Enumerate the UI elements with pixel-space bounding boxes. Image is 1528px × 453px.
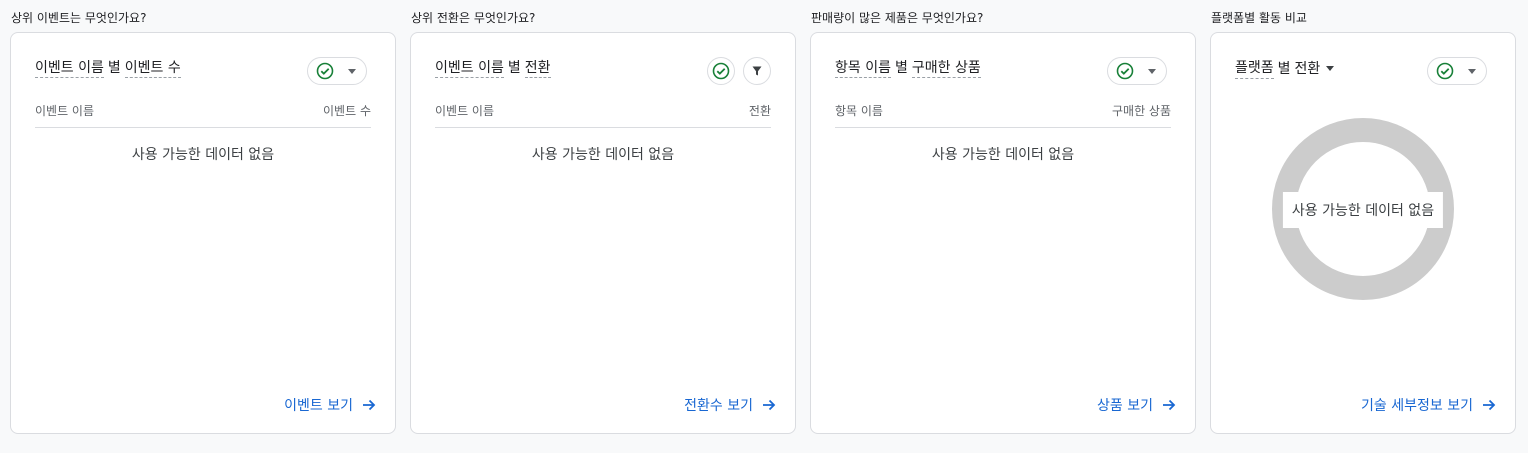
card-title: 이벤트 이름 별 이벤트 수	[35, 57, 181, 78]
table-header: 항목 이름 구매한 상품	[835, 102, 1171, 128]
platform-comparison-card: 플랫폼 별 전환 사용 가능한 데이터 없음 기술 세부정보 보기	[1210, 32, 1516, 434]
title-separator: 별	[1277, 61, 1291, 77]
section-title: 상위 전환은 무엇인가요?	[411, 11, 536, 25]
top-products-card: 항목 이름 별 구매한 상품 항목 이름 구매한 상품 사용 가능한 데이터 없음 …	[810, 32, 1196, 434]
view-events-link[interactable]: 이벤트 보기	[284, 395, 377, 415]
metric-label[interactable]: 이벤트 수	[124, 60, 181, 78]
check-circle-icon	[712, 62, 730, 80]
top-products-section: 판매량이 많은 제품은 무엇인가요? 항목 이름 별 구매한 상품 항목 이름 구매…	[810, 0, 1196, 453]
column-header-dimension: 항목 이름	[835, 104, 883, 118]
column-header-dimension: 이벤트 이름	[435, 104, 495, 118]
card-title[interactable]: 플랫폼 별 전환	[1235, 57, 1335, 79]
title-separator: 별	[507, 60, 521, 76]
no-data-message: 사용 가능한 데이터 없음	[931, 147, 1075, 163]
title-separator: 별	[107, 60, 121, 76]
view-link-label: 이벤트 보기	[284, 398, 353, 414]
view-tech-details-link[interactable]: 기술 세부정보 보기	[1361, 395, 1497, 415]
no-data-message: 사용 가능한 데이터 없음	[1282, 192, 1444, 228]
arrow-right-icon	[363, 399, 376, 411]
platform-comparison-section: 플랫폼별 활동 비교 플랫폼 별 전환 사용 가능한 데이터 없음 기술 세부정보 …	[1210, 0, 1516, 453]
title-separator: 별	[894, 60, 908, 76]
metric-label[interactable]: 전환	[524, 60, 551, 78]
table-header: 이벤트 이름 이벤트 수	[35, 102, 371, 128]
dimension-label[interactable]: 이벤트 이름	[435, 60, 504, 78]
arrow-right-icon	[763, 399, 776, 411]
section-title: 플랫폼별 활동 비교	[1211, 11, 1307, 25]
caret-down-icon	[1326, 65, 1335, 71]
chevron-down-icon	[348, 68, 356, 74]
filter-icon	[752, 66, 762, 76]
check-circle-icon	[316, 62, 334, 80]
check-circle-icon	[1436, 62, 1454, 80]
section-title: 판매량이 많은 제품은 무엇인가요?	[811, 11, 984, 25]
data-quality-button[interactable]	[707, 57, 735, 85]
arrow-right-icon	[1163, 399, 1176, 411]
no-data-message: 사용 가능한 데이터 없음	[531, 147, 675, 163]
card-title: 항목 이름 별 구매한 상품	[835, 57, 981, 78]
top-events-section: 상위 이벤트는 무엇인가요? 이벤트 이름 별 이벤트 수 이벤트 이름 이벤트 수…	[10, 0, 396, 453]
dimension-label[interactable]: 플랫폼	[1235, 57, 1274, 79]
dimension-label[interactable]: 이벤트 이름	[35, 60, 104, 78]
card-header: 이벤트 이름 별 전환	[435, 57, 771, 85]
view-link-label: 전환수 보기	[684, 398, 753, 414]
dimension-label[interactable]: 항목 이름	[835, 60, 891, 78]
column-header-dimension: 이벤트 이름	[35, 104, 95, 118]
view-products-link[interactable]: 상품 보기	[1097, 395, 1177, 415]
data-quality-dropdown[interactable]	[1107, 57, 1167, 85]
card-header: 항목 이름 별 구매한 상품	[835, 57, 1171, 85]
view-link-label: 상품 보기	[1097, 398, 1153, 414]
filter-button[interactable]	[743, 57, 771, 85]
column-header-metric: 구매한 상품	[1111, 104, 1171, 118]
top-conversions-card: 이벤트 이름 별 전환 이벤트 이름 전환 사용 가능한 데이터 없음 전환수 보기	[410, 32, 796, 434]
view-link-label: 기술 세부정보 보기	[1361, 398, 1473, 414]
card-header: 이벤트 이름 별 이벤트 수	[35, 57, 371, 85]
metric-label[interactable]: 전환	[1295, 58, 1321, 78]
column-header-metric: 전환	[748, 104, 771, 118]
top-events-card: 이벤트 이름 별 이벤트 수 이벤트 이름 이벤트 수 사용 가능한 데이터 없음 …	[10, 32, 396, 434]
chevron-down-icon	[1148, 68, 1156, 74]
data-quality-dropdown[interactable]	[307, 57, 367, 85]
no-data-message: 사용 가능한 데이터 없음	[131, 147, 275, 163]
check-circle-icon	[1116, 62, 1134, 80]
top-conversions-section: 상위 전환은 무엇인가요? 이벤트 이름 별 전환 이벤트 이름 전환 사용 가능한…	[410, 0, 796, 453]
arrow-right-icon	[1483, 399, 1496, 411]
column-header-metric: 이벤트 수	[323, 104, 371, 118]
chevron-down-icon	[1468, 68, 1476, 74]
metric-label[interactable]: 구매한 상품	[911, 60, 981, 78]
view-conversions-link[interactable]: 전환수 보기	[684, 395, 777, 415]
data-quality-dropdown[interactable]	[1427, 57, 1487, 85]
card-header: 플랫폼 별 전환	[1235, 57, 1491, 85]
section-title: 상위 이벤트는 무엇인가요?	[11, 11, 147, 25]
card-title: 이벤트 이름 별 전환	[435, 57, 551, 78]
table-header: 이벤트 이름 전환	[435, 102, 771, 128]
